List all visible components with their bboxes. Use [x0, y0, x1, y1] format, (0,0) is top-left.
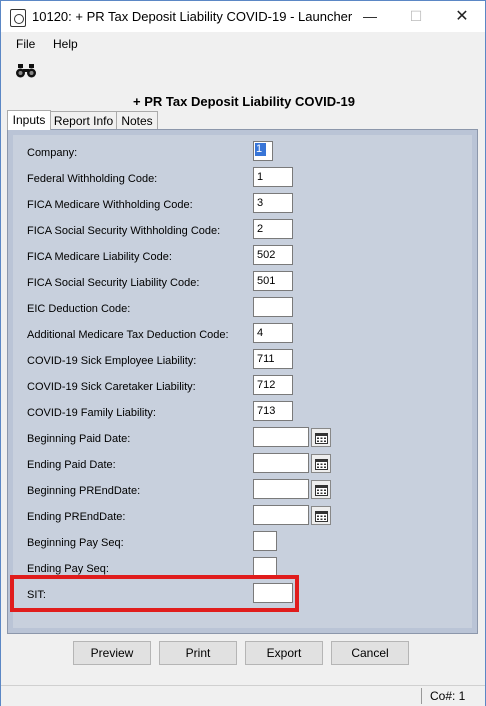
- menu-bar: File Help: [1, 33, 485, 55]
- company-field-value: 1: [255, 143, 266, 156]
- beginning-paid-date-calendar-icon[interactable]: [311, 428, 331, 447]
- beginning-paid-date-label: Beginning Paid Date:: [27, 433, 131, 445]
- federal-withholding-code-field[interactable]: 1: [253, 167, 293, 187]
- company-label: Company:: [27, 147, 78, 159]
- close-button[interactable]: ✕: [439, 1, 485, 32]
- eic-deduction-code-label: EIC Deduction Code:: [27, 303, 131, 315]
- beginning-pay-seq-field[interactable]: [253, 531, 277, 551]
- menu-help[interactable]: Help: [53, 37, 78, 51]
- toolbar: [1, 56, 485, 88]
- binoculars-icon[interactable]: [15, 64, 37, 78]
- covid-sick-caretaker-label: COVID-19 Sick Caretaker Liability:: [27, 381, 196, 393]
- tab-inputs[interactable]: Inputs: [7, 110, 51, 130]
- menu-file[interactable]: File: [16, 37, 35, 51]
- ending-paid-date-calendar-icon[interactable]: [311, 454, 331, 473]
- covid-sick-employee-label: COVID-19 Sick Employee Liability:: [27, 355, 197, 367]
- title-bar: 10120: + PR Tax Deposit Liability COVID-…: [1, 1, 485, 32]
- beginning-prenddate-label: Beginning PREndDate:: [27, 485, 141, 497]
- fica-ss-withholding-code-field[interactable]: 2: [253, 219, 293, 239]
- fica-medicare-liability-code-field[interactable]: 502: [253, 245, 293, 265]
- print-button[interactable]: Print: [159, 641, 237, 665]
- window-title: 10120: + PR Tax Deposit Liability COVID-…: [32, 9, 353, 24]
- status-divider: [421, 688, 422, 704]
- cancel-button[interactable]: Cancel: [331, 641, 409, 665]
- eic-deduction-code-field[interactable]: [253, 297, 293, 317]
- beginning-prenddate-field[interactable]: [253, 479, 309, 499]
- ending-prenddate-label: Ending PREndDate:: [27, 511, 126, 523]
- ending-pay-seq-field[interactable]: [253, 557, 277, 577]
- additional-medicare-tax-label: Additional Medicare Tax Deduction Code:: [27, 329, 229, 341]
- ending-prenddate-calendar-icon[interactable]: [311, 506, 331, 525]
- status-bar: Co#: 1: [1, 685, 485, 706]
- covid-family-liability-label: COVID-19 Family Liability:: [27, 407, 156, 419]
- additional-medicare-tax-field[interactable]: 4: [253, 323, 293, 343]
- preview-button[interactable]: Preview: [73, 641, 151, 665]
- launcher-window: 10120: + PR Tax Deposit Liability COVID-…: [0, 0, 486, 706]
- report-heading: + PR Tax Deposit Liability COVID-19: [133, 94, 355, 109]
- tab-report-info[interactable]: Report Info: [50, 111, 117, 130]
- maximize-button[interactable]: ☐: [393, 1, 439, 32]
- ending-paid-date-field[interactable]: [253, 453, 309, 473]
- federal-withholding-code-label: Federal Withholding Code:: [27, 173, 158, 185]
- covid-sick-caretaker-field[interactable]: 712: [253, 375, 293, 395]
- app-icon: [10, 9, 26, 27]
- export-button[interactable]: Export: [245, 641, 323, 665]
- covid-sick-employee-field[interactable]: 711: [253, 349, 293, 369]
- sit-highlight-box: [10, 575, 299, 612]
- covid-family-liability-field[interactable]: 713: [253, 401, 293, 421]
- tab-notes[interactable]: Notes: [116, 111, 158, 130]
- fica-ss-liability-code-field[interactable]: 501: [253, 271, 293, 291]
- fica-medicare-withholding-code-label: FICA Medicare Withholding Code:: [27, 199, 193, 211]
- fica-medicare-withholding-code-field[interactable]: 3: [253, 193, 293, 213]
- beginning-prenddate-calendar-icon[interactable]: [311, 480, 331, 499]
- ending-prenddate-field[interactable]: [253, 505, 309, 525]
- beginning-pay-seq-label: Beginning Pay Seq:: [27, 537, 124, 549]
- fica-ss-liability-code-label: FICA Social Security Liability Code:: [27, 277, 200, 289]
- status-company: Co#: 1: [430, 689, 466, 703]
- minimize-button[interactable]: —: [347, 1, 393, 32]
- beginning-paid-date-field[interactable]: [253, 427, 309, 447]
- fica-ss-withholding-code-label: FICA Social Security Withholding Code:: [27, 225, 221, 237]
- fica-medicare-liability-code-label: FICA Medicare Liability Code:: [27, 251, 172, 263]
- ending-paid-date-label: Ending Paid Date:: [27, 459, 116, 471]
- ending-pay-seq-label: Ending Pay Seq:: [27, 563, 109, 575]
